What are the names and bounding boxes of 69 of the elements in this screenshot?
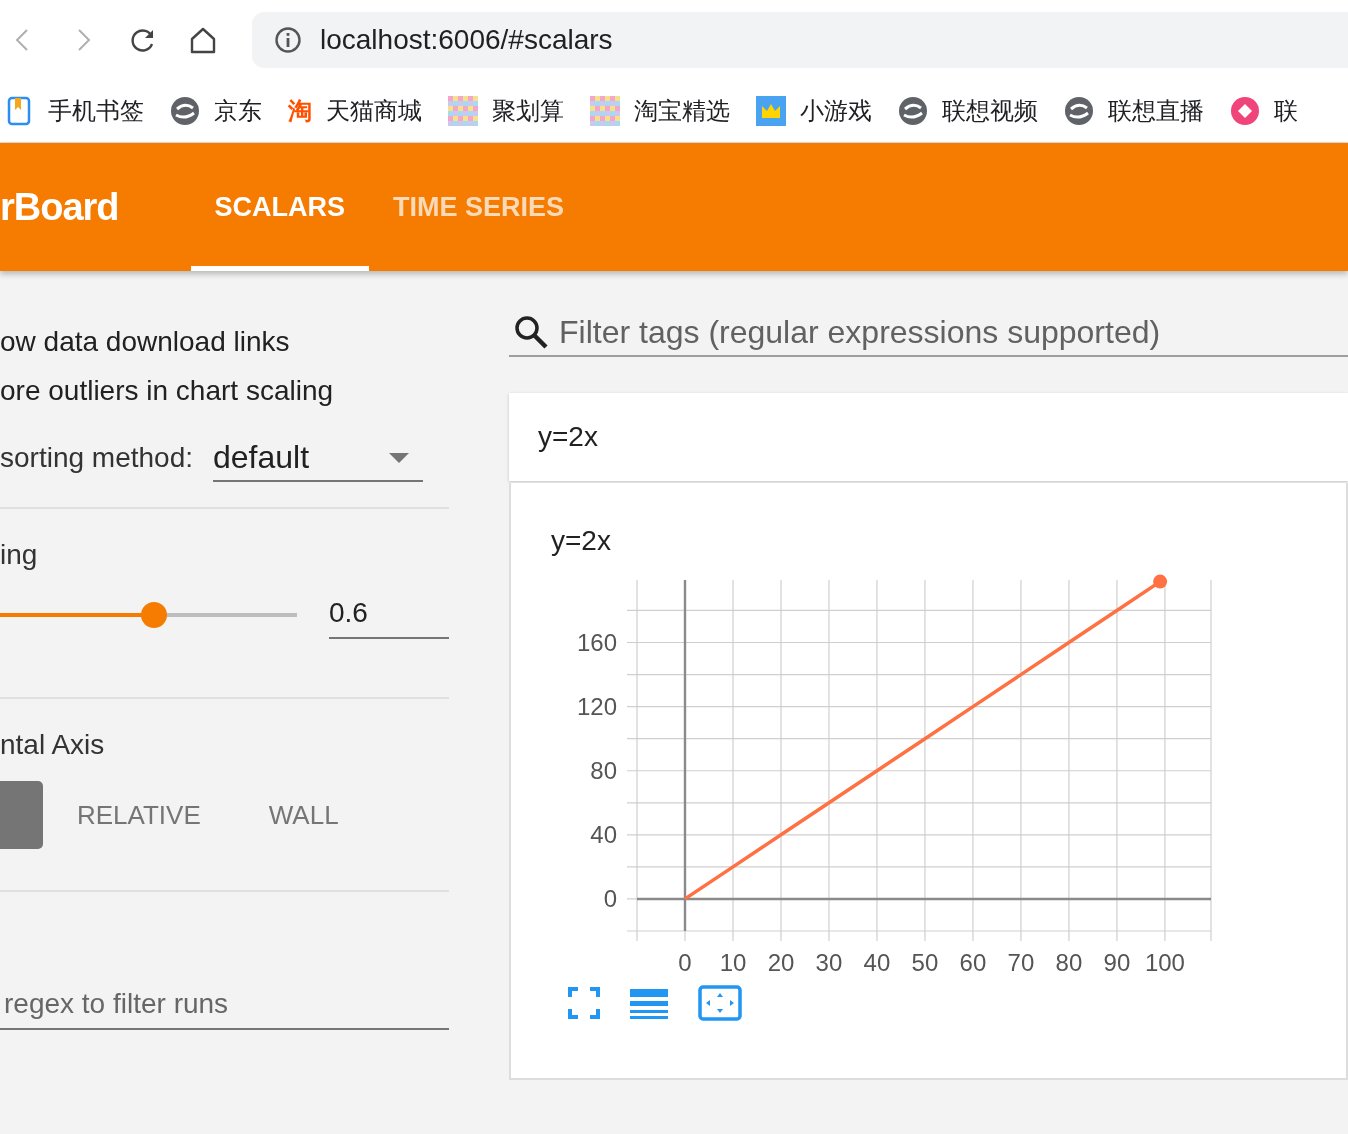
info-icon[interactable] <box>274 26 302 54</box>
axis-toggle-button[interactable]: RELATIVE <box>43 781 235 849</box>
bookmark-item[interactable]: 手机书签 <box>4 95 144 127</box>
logo-icon <box>1230 96 1260 126</box>
bookmark-item[interactable]: 联 <box>1230 95 1298 127</box>
search-icon <box>513 314 549 350</box>
bookmark-item[interactable]: 京东 <box>170 95 262 127</box>
bookmark-label: 手机书签 <box>48 96 144 126</box>
x-tick-label: 60 <box>959 949 987 976</box>
smoothing-value-field[interactable]: 0.6 <box>329 597 449 639</box>
end-point-marker <box>1153 574 1168 589</box>
x-tick-label: 0 <box>678 949 692 976</box>
smoothing-slider[interactable] <box>0 602 297 628</box>
app-title: rBoard <box>0 185 119 229</box>
runs-filter-field[interactable]: regex to filter runs <box>0 988 449 1030</box>
y-tick-label: 80 <box>590 756 617 784</box>
bookmark-label: 小游戏 <box>800 96 872 126</box>
bookmark-label: 联想直播 <box>1108 96 1204 126</box>
x-tick-label: 100 <box>1144 949 1185 976</box>
smoothing-label: ing <box>0 539 39 571</box>
dropdown-caret-icon <box>389 452 409 463</box>
axis-toggle-button[interactable] <box>0 781 43 849</box>
x-tick-label: 70 <box>1007 949 1035 976</box>
bookmark-item[interactable]: 联想直播 <box>1064 95 1204 127</box>
bookmark-label: 京东 <box>214 96 262 126</box>
bookmark-label: 淘宝精选 <box>634 96 730 126</box>
y-tick-label: 120 <box>576 692 617 720</box>
bookmark-label: 联想视频 <box>942 96 1038 126</box>
bookmark-label: 聚划算 <box>492 96 564 126</box>
x-tick-label: 40 <box>863 949 891 976</box>
swirl-logo-icon <box>1064 96 1094 126</box>
card-title: y=2x <box>538 421 598 453</box>
y-tick-label: 40 <box>590 820 617 848</box>
y-tick-label: 160 <box>576 628 617 656</box>
address-bar[interactable]: localhost:6006/#scalars <box>252 12 1348 68</box>
axis-label: ntal Axis <box>0 729 106 761</box>
option-label: ore outliers in chart scaling <box>0 374 335 408</box>
fullscreen-icon[interactable] <box>568 987 600 1019</box>
logo-glyph: 淘 <box>288 96 312 126</box>
option-label: ow data download links <box>0 325 291 359</box>
bookmark-item[interactable]: 聚划算 <box>448 95 564 127</box>
x-tick-label: 90 <box>1103 949 1131 976</box>
tag-filter-field[interactable]: Filter tags (regular expressions supported) <box>509 309 1348 357</box>
lines-icon[interactable] <box>630 987 668 1019</box>
bookmark-item[interactable]: 淘宝精选 <box>590 95 730 127</box>
x-tick-label: 30 <box>815 949 843 976</box>
swirl-logo-icon <box>170 96 200 126</box>
mosaic-icon <box>448 96 478 126</box>
bookmark-label: 天猫商城 <box>326 96 422 126</box>
y-tick-label: 0 <box>603 884 617 912</box>
sorting-dropdown[interactable]: default <box>213 439 423 482</box>
slider-thumb[interactable] <box>141 602 168 628</box>
bookmark-item[interactable]: 淘 天猫商城 <box>288 95 422 127</box>
fit-domain-icon[interactable] <box>698 985 742 1021</box>
chart-title: y=2x <box>551 525 611 557</box>
mosaic-icon <box>590 96 620 126</box>
x-tick-label: 80 <box>1055 949 1083 976</box>
x-tick-label: 50 <box>911 949 939 976</box>
x-tick-label: 10 <box>719 949 747 976</box>
bookmark-item[interactable]: 联想视频 <box>898 95 1038 127</box>
bookmark-label: 联 <box>1274 96 1298 126</box>
sorting-label: sorting method: <box>0 442 193 475</box>
bookmark-item[interactable]: 小游戏 <box>756 95 872 127</box>
x-tick-label: 20 <box>767 949 795 976</box>
url-text: localhost:6006/#scalars <box>320 24 613 56</box>
axis-toggle-button[interactable]: WALL <box>234 781 373 849</box>
crown-icon <box>756 96 786 126</box>
home-icon[interactable] <box>188 25 218 55</box>
swirl-logo-icon <box>898 96 928 126</box>
